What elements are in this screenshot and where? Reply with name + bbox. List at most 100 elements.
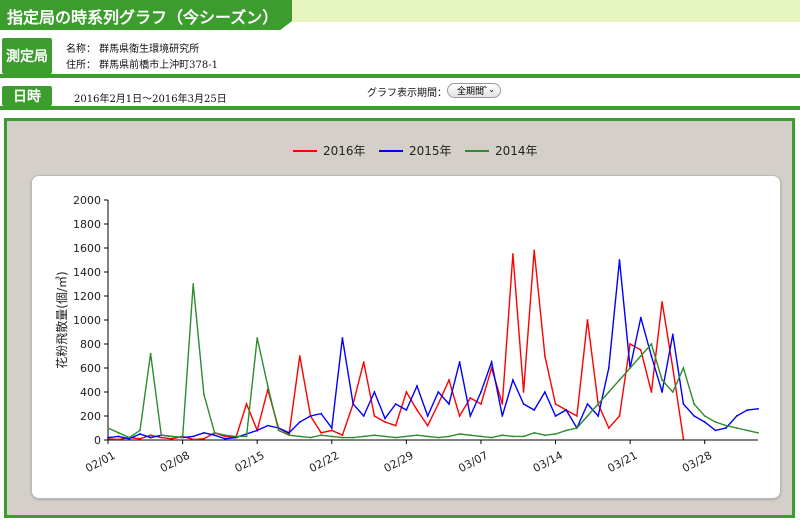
graph-period-selected: 全期間 [457, 87, 485, 97]
data-point [735, 415, 738, 417]
data-point [703, 421, 706, 423]
data-point [746, 429, 749, 432]
data-point [629, 367, 632, 369]
data-point [512, 435, 514, 438]
data-point [309, 436, 312, 439]
data-point [639, 349, 642, 351]
data-point [288, 431, 291, 434]
data-point [703, 415, 706, 417]
y-tick-label: 400 [80, 386, 101, 399]
data-point [543, 391, 546, 393]
data-point [171, 437, 173, 440]
select-arrow-icon: ⌃⌄ [481, 85, 495, 94]
data-point [256, 337, 259, 339]
data-point [554, 403, 557, 405]
data-point [490, 361, 493, 363]
data-point [437, 436, 440, 439]
data-point [714, 421, 717, 423]
data-point [341, 434, 344, 437]
data-point [437, 403, 440, 405]
data-point [330, 427, 333, 429]
data-point [320, 434, 323, 437]
data-point [426, 415, 429, 417]
y-tick-label: 800 [80, 338, 101, 351]
data-point [618, 415, 621, 417]
data-point [341, 337, 344, 339]
data-point [522, 403, 525, 405]
data-point [352, 436, 354, 439]
chart-legend: 2016年 2015年 2014年 [293, 144, 538, 158]
chart-panel: 2016年 2015年 2014年 0 200 400 600 800 1000 1200 140… [4, 118, 795, 518]
legend-label: 2016年 [323, 144, 366, 158]
data-point [128, 436, 131, 439]
data-point [458, 361, 461, 363]
data-point [448, 379, 450, 381]
data-point [586, 319, 589, 321]
data-point [298, 435, 301, 438]
title-bar-tail [292, 0, 800, 22]
data-point [149, 436, 152, 439]
period-label: 日時 [2, 86, 52, 106]
data-point [597, 415, 600, 417]
data-point [757, 407, 759, 410]
data-point [618, 259, 621, 261]
y-tick-label: 600 [80, 362, 101, 375]
data-point [362, 415, 365, 417]
x-tick-label: 03/21 [605, 449, 639, 475]
x-tick-label: 03/07 [456, 449, 490, 475]
data-point [149, 434, 152, 437]
data-point [693, 403, 695, 405]
data-point [607, 427, 610, 429]
data-point [117, 438, 120, 441]
station-name: 名称： 群馬県衛生環境研究所 [66, 44, 200, 55]
data-point [405, 409, 408, 411]
data-point [586, 403, 589, 405]
data-point [554, 433, 557, 435]
data-point [203, 431, 205, 434]
data-point [501, 403, 504, 405]
data-point [522, 435, 525, 438]
graph-period-label: グラフ表示期間： [367, 88, 447, 99]
data-point [682, 367, 685, 369]
data-point [384, 417, 386, 420]
graph-period-select[interactable]: 全期間 ⌃⌄ [447, 83, 501, 98]
data-point [405, 435, 408, 438]
data-point [394, 403, 397, 405]
station-address: 住所： 群馬県前橋市上沖町378-1 [66, 60, 219, 71]
data-point [139, 429, 141, 432]
station-label: 測定局 [2, 38, 52, 74]
data-point [533, 409, 536, 411]
y-tick-label: 200 [80, 410, 101, 423]
series-line-0 [107, 250, 685, 441]
data-point [203, 393, 205, 396]
x-tick-label: 03/14 [531, 449, 565, 475]
title-bar: 指定局の時系列グラフ（今シーズン） [0, 0, 800, 30]
data-point [533, 431, 536, 434]
data-point [309, 415, 312, 417]
data-point [458, 433, 461, 435]
data-point [139, 433, 141, 435]
data-point [330, 429, 333, 432]
data-point [181, 436, 184, 439]
data-point [469, 434, 472, 437]
data-point [373, 391, 376, 393]
data-point [117, 431, 120, 434]
series-line-1 [107, 259, 759, 440]
data-point [373, 415, 376, 417]
data-point [490, 436, 493, 439]
x-tick-label: 02/29 [382, 449, 416, 475]
x-tick-label: 02/01 [83, 449, 117, 475]
data-point [277, 429, 280, 432]
data-point [693, 415, 695, 417]
data-point [650, 391, 653, 393]
data-point [725, 424, 727, 427]
data-point [394, 436, 397, 439]
y-tick-label: 1400 [73, 266, 101, 279]
data-point [671, 391, 674, 393]
data-point [480, 391, 482, 393]
y-tick-label: 1000 [73, 314, 101, 327]
period-value: 2016年2月1日〜2016年3月25日 [74, 94, 227, 105]
data-point [671, 333, 674, 336]
chart-area: 0 200 400 600 800 1000 1200 1400 1600 1800 2000 花粉飛… [31, 175, 781, 499]
data-point [234, 435, 237, 438]
